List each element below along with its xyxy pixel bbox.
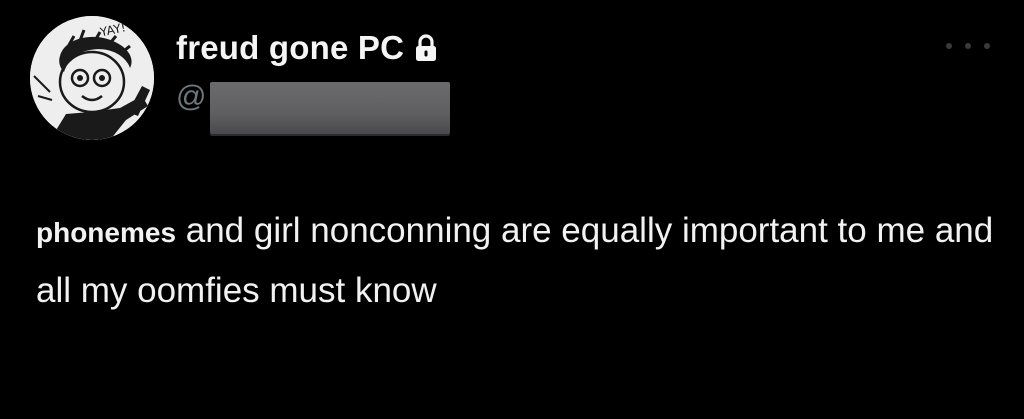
more-dots-icon xyxy=(984,43,990,49)
handle-prefix: @ xyxy=(176,80,207,113)
tweet-bold-word: phonemes xyxy=(36,217,177,248)
display-name[interactable]: freud gone PC xyxy=(176,29,404,67)
tweet-body: phonemes and girl nonconning are equally… xyxy=(36,202,996,320)
avatar[interactable]: YAY! xyxy=(30,16,154,140)
more-dots-icon xyxy=(965,43,971,49)
author-name-row: freud gone PC xyxy=(176,26,438,70)
lock-icon xyxy=(414,33,438,63)
avatar-drawing: YAY! xyxy=(30,16,154,140)
tweet-text: and girl nonconning are equally importan… xyxy=(36,211,994,310)
more-dots-icon xyxy=(946,43,952,49)
tweet-card: YAY! freud gone PC @ phonemes and girl n… xyxy=(0,0,1024,419)
author-handle-row: @ xyxy=(176,80,451,134)
redacted-handle xyxy=(210,82,451,134)
more-options-button[interactable] xyxy=(946,36,990,56)
